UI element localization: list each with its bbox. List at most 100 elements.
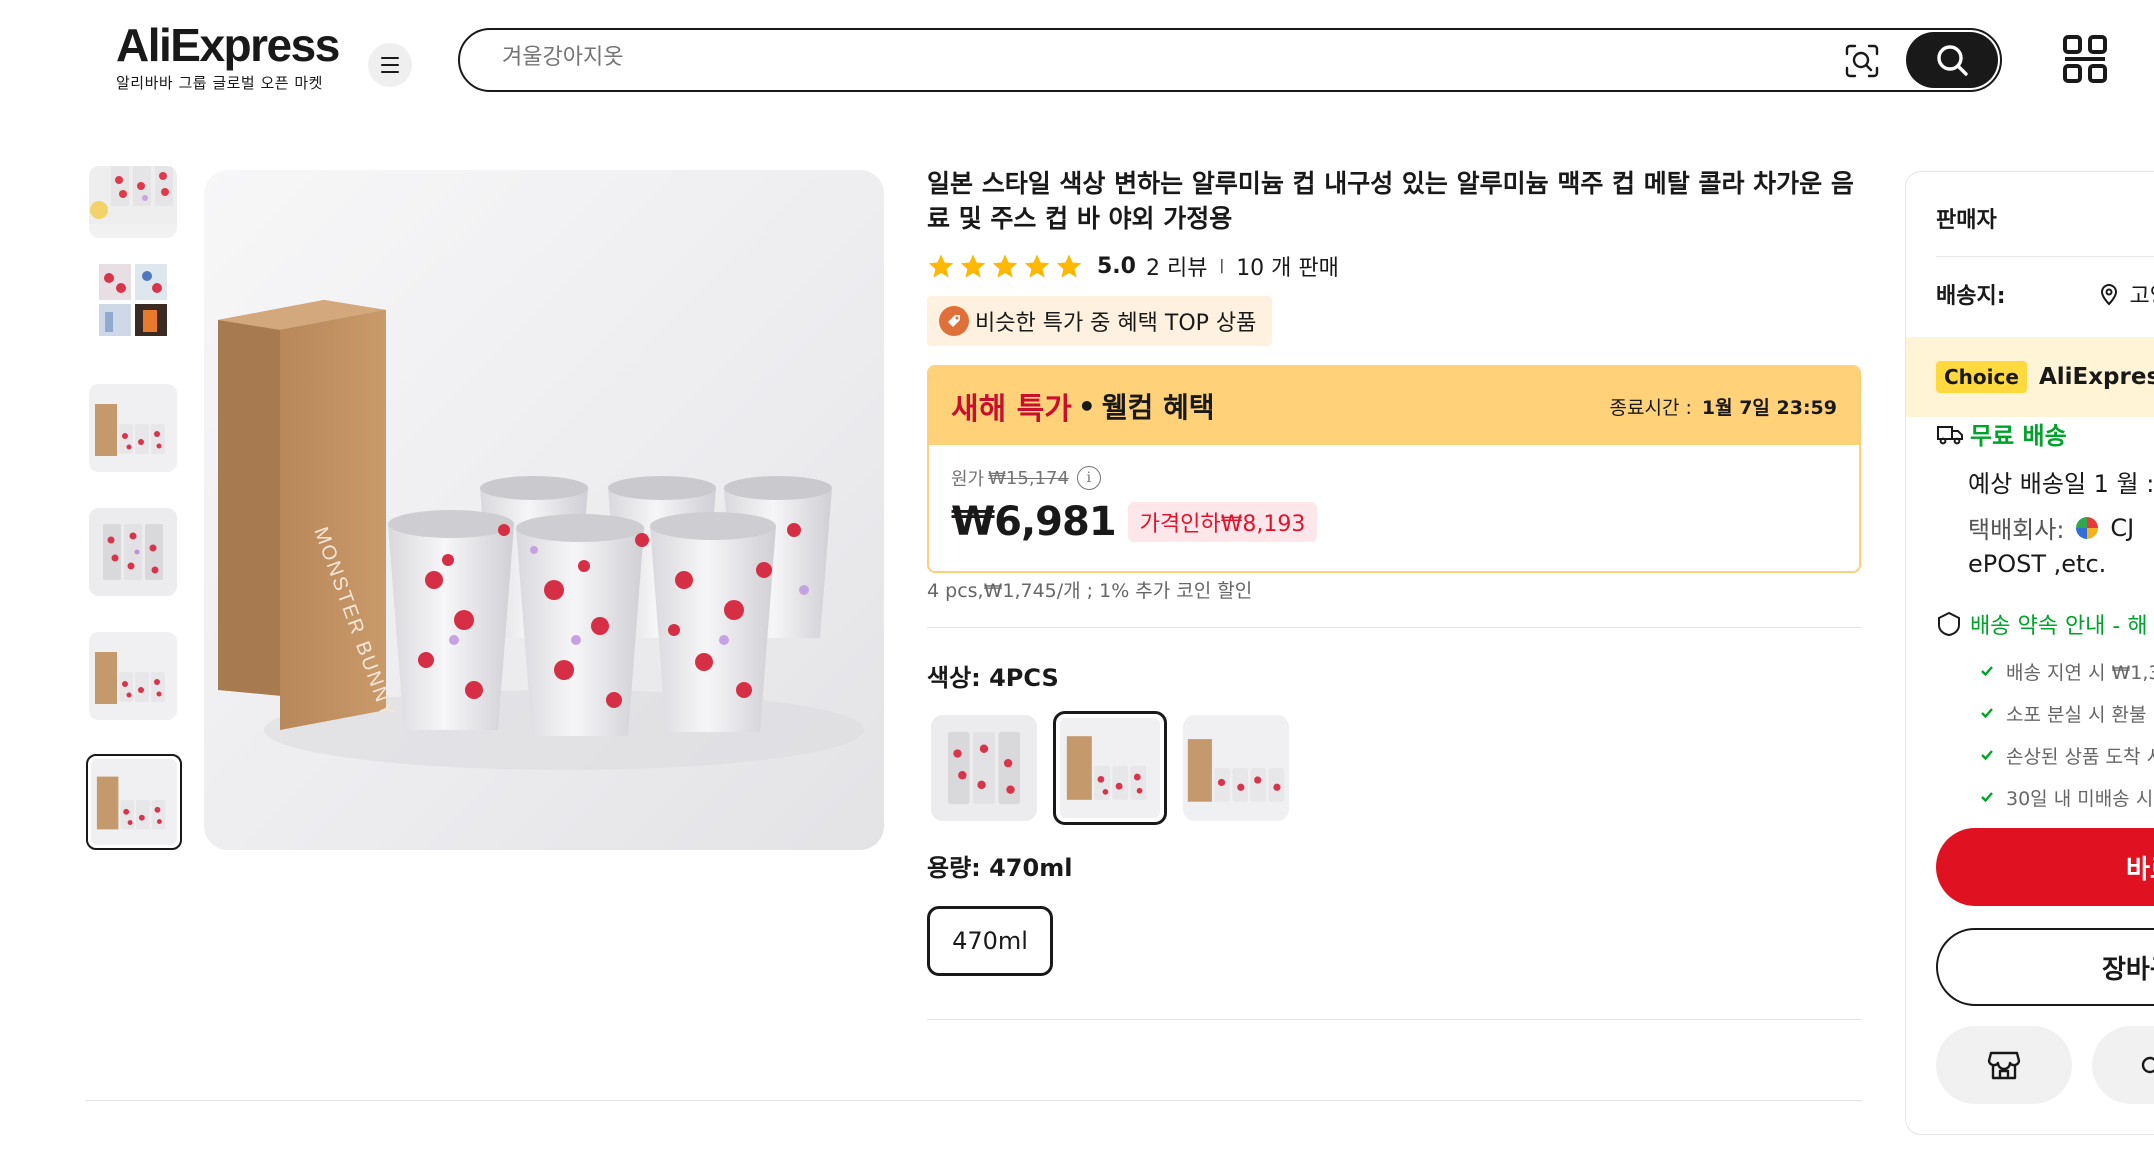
courier-label: 택배회사: (1968, 516, 2065, 544)
courier-more: ePOST ,etc. (1968, 550, 2107, 578)
courier-name: CJ (2110, 513, 2135, 542)
courier-row: 택배회사: CJ (1968, 510, 2134, 545)
camera-search-icon[interactable] (1844, 43, 1880, 79)
courier-logo-icon (2076, 516, 2099, 539)
divider (86, 1100, 1862, 1101)
estimated-delivery: 예상 배송일 1 월 : (1968, 464, 2154, 499)
check-icon (1981, 666, 1993, 677)
divider (927, 1019, 1861, 1020)
check-icon (1981, 708, 1993, 719)
more-button[interactable] (2092, 1026, 2154, 1104)
star-icon (928, 254, 954, 278)
promise-item-text: 소포 분실 시 환불 (2006, 703, 2147, 726)
divider (927, 627, 1861, 628)
ship-to-row[interactable]: 배송지: 고양시 (1936, 278, 2154, 310)
thumbnail-5[interactable] (89, 632, 177, 720)
star-icon (992, 254, 1018, 278)
current-price: ₩6,981 (951, 499, 1117, 545)
qr-code-icon[interactable] (2062, 34, 2108, 84)
original-price-row: 원가 ₩15,174 i (951, 465, 1837, 491)
product-info: 일본 스타일 색상 변하는 알루미늄 컵 내구성 있는 알루미늄 맥주 컵 메탈… (927, 166, 1861, 1020)
top-deal-badge: 비슷한 특가 중 혜택 TOP 상품 (927, 296, 1273, 346)
search-input[interactable] (502, 44, 1802, 70)
hamburger-icon-line (381, 64, 399, 66)
color-option-2-selected[interactable] (1053, 711, 1167, 825)
choice-banner: Choice AliExpress (1906, 337, 2154, 417)
color-options (931, 711, 1289, 825)
color-option-3[interactable] (1183, 715, 1289, 821)
deal-end-value: 1월 7일 23:59 (1701, 396, 1837, 419)
choice-tag: Choice (1936, 361, 2027, 393)
thumbnail-6-selected[interactable] (86, 754, 182, 850)
price-row: ₩6,981 가격인하₩8,193 (951, 499, 1837, 545)
circle-icon (2141, 1056, 2154, 1074)
main-product-image[interactable]: MONSTER BUNNY (204, 170, 884, 850)
shield-icon (1938, 611, 1960, 637)
store-icon (1987, 1051, 2021, 1080)
promise-item: 소포 분실 시 환불 (1980, 692, 2154, 734)
unit-price-note: 4 pcs,₩1,745/개 ; 1% 추가 코인 할인 (927, 580, 1253, 602)
divider (1936, 256, 2154, 257)
star-rating (927, 252, 1083, 280)
review-count-link[interactable]: 2 리뷰 (1146, 250, 1207, 282)
deal-subtitle: 웰컴 혜택 (1101, 391, 1215, 424)
delivery-promise-text: 배송 약속 안내 - 해 (1970, 614, 2148, 639)
sales-count: 10 개 판매 (1236, 256, 1339, 281)
deal-header: 새해 특가 • 웰컴 혜택 종료시간 : 1월 7일 23:59 (929, 367, 1859, 445)
delivery-promise-link[interactable]: 배송 약속 안내 - 해 (1936, 608, 2148, 640)
deal-end-time: 종료시간 : 1월 7일 23:59 (1610, 393, 1837, 420)
add-to-cart-button[interactable]: 장바구 (1936, 928, 2154, 1006)
original-price-label: 원가 (951, 469, 985, 490)
thumbnail-list (86, 166, 182, 850)
check-icon (1981, 750, 1993, 761)
search-icon (1937, 45, 1968, 76)
promise-item-text: 손상된 상품 도착 시 (2006, 745, 2154, 768)
deal-end-label: 종료시간 : (1609, 396, 1692, 419)
promise-item-text: 30일 내 미배송 시 (2006, 787, 2154, 810)
color-option-1[interactable] (931, 715, 1037, 821)
choice-brand: AliExpress (2038, 364, 2154, 390)
hamburger-icon (381, 57, 399, 59)
deal-name: 새해 특가 (951, 392, 1072, 427)
size-label: 용량: 470ml (927, 854, 1073, 882)
deal-box: 새해 특가 • 웰컴 혜택 종료시간 : 1월 7일 23:59 원가 ₩15,1… (927, 365, 1861, 573)
star-icon (1024, 254, 1050, 278)
promise-item: 30일 내 미배송 시 (1980, 776, 2154, 818)
menu-button[interactable] (368, 43, 412, 87)
ship-to-label: 배송지: (1936, 284, 2006, 309)
seller-label: 판매자 (1936, 208, 1997, 233)
original-price: ₩15,174 (988, 467, 1069, 489)
logo-wordmark: AliExpress (116, 19, 340, 71)
color-label: 색상: 4PCS (927, 664, 1059, 692)
search-button[interactable] (1906, 32, 1998, 88)
price-drop-badge: 가격인하₩8,193 (1127, 502, 1318, 542)
star-icon (960, 254, 986, 278)
rating-separator: | (1219, 258, 1225, 274)
hamburger-icon-line (381, 71, 399, 73)
free-shipping-row: 무료 배송 (1936, 416, 2067, 451)
header: AliExpress 알리바바 그룹 글로벌 오픈 마켓 (0, 0, 2154, 120)
rating-row: 5.0 2 리뷰 | 10 개 판매 (927, 248, 1861, 284)
star-icon (1056, 254, 1082, 278)
thumbnail-1[interactable] (89, 166, 177, 238)
size-option-470ml[interactable]: 470ml (927, 906, 1053, 976)
thumbnail-4[interactable] (89, 508, 177, 596)
location-pin-icon (2100, 284, 2117, 306)
promise-item: 배송 지연 시 ₩1,3 (1980, 650, 2154, 692)
free-shipping-text: 무료 배송 (1970, 422, 2067, 450)
thumbnail-2[interactable] (89, 254, 177, 342)
store-button[interactable] (1936, 1026, 2072, 1104)
deal-body: 원가 ₩15,174 i ₩6,981 가격인하₩8,193 (929, 445, 1859, 565)
logo-tagline: 알리바바 그룹 글로벌 오픈 마켓 (116, 74, 323, 92)
estimated-delivery-text: 예상 배송일 1 월 : (1968, 470, 2154, 498)
buy-now-button[interactable]: 바로 (1936, 828, 2154, 906)
thumbnail-3[interactable] (89, 384, 177, 472)
promise-item-text: 배송 지연 시 ₩1,3 (2006, 661, 2154, 684)
promise-list: 배송 지연 시 ₩1,3 소포 분실 시 환불 손상된 상품 도착 시 30일 … (1980, 650, 2154, 818)
check-icon (1981, 792, 1993, 803)
top-deal-text: 비슷한 특가 중 혜택 TOP 상품 (975, 311, 1257, 336)
info-icon[interactable]: i (1076, 466, 1101, 490)
promise-item: 손상된 상품 도착 시 (1980, 734, 2154, 776)
tag-icon (939, 306, 969, 336)
aliexpress-logo[interactable]: AliExpress 알리바바 그룹 글로벌 오픈 마켓 (116, 19, 340, 93)
